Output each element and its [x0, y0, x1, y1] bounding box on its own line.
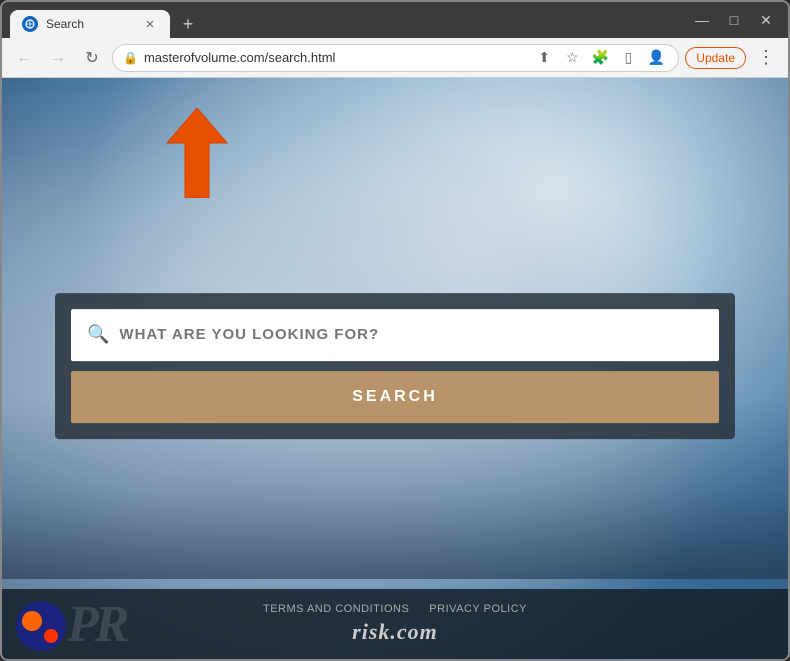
forward-button[interactable]: →: [44, 44, 72, 72]
title-bar: Search ✕ + — □ ✕: [2, 2, 788, 38]
minimize-button[interactable]: —: [688, 6, 716, 34]
maximize-button[interactable]: □: [720, 6, 748, 34]
update-button[interactable]: Update: [685, 47, 746, 69]
footer-brand-suffix: .com: [390, 619, 437, 644]
search-input[interactable]: [119, 326, 703, 343]
profile-button[interactable]: 👤: [644, 46, 668, 70]
browser-window: Search ✕ + — □ ✕ ← → ↻ 🔒 masterofvolume.…: [0, 0, 790, 661]
tab-close-button[interactable]: ✕: [142, 16, 158, 32]
lock-icon: 🔒: [123, 51, 138, 65]
bookmark-button[interactable]: ☆: [560, 46, 584, 70]
share-button[interactable]: ⬆: [532, 46, 556, 70]
page-content: 🔍 SEARCH PR TERMS AND CONDITIONS PRIVACY…: [2, 78, 788, 659]
footer-logo: [16, 601, 66, 651]
tab-title: Search: [46, 17, 134, 31]
refresh-button[interactable]: ↻: [78, 44, 106, 72]
browser-menu-button[interactable]: ⋮: [752, 44, 780, 72]
back-button[interactable]: ←: [10, 44, 38, 72]
page-footer: PR TERMS AND CONDITIONS PRIVACY POLICY r…: [2, 589, 788, 659]
address-text: masterofvolume.com/search.html: [144, 50, 526, 65]
footer-logo-circle: [16, 601, 66, 651]
address-actions: ⬆ ☆ 🧩 ▯ 👤: [532, 46, 668, 70]
search-button[interactable]: SEARCH: [71, 371, 719, 423]
search-input-wrapper: 🔍: [71, 309, 719, 361]
footer-center: TERMS AND CONDITIONS PRIVACY POLICY risk…: [263, 603, 527, 645]
close-button[interactable]: ✕: [752, 6, 780, 34]
privacy-link[interactable]: PRIVACY POLICY: [429, 603, 527, 615]
nav-bar: ← → ↻ 🔒 masterofvolume.com/search.html ⬆…: [2, 38, 788, 78]
new-tab-button[interactable]: +: [174, 10, 202, 38]
search-icon: 🔍: [87, 324, 109, 345]
pr-watermark: PR: [67, 595, 125, 654]
tab-favicon: [22, 16, 38, 32]
tab-area: Search ✕ +: [10, 2, 676, 38]
active-tab[interactable]: Search ✕: [10, 10, 170, 38]
address-bar[interactable]: 🔒 masterofvolume.com/search.html ⬆ ☆ 🧩 ▯…: [112, 44, 679, 72]
sidebar-button[interactable]: ▯: [616, 46, 640, 70]
search-container: 🔍 SEARCH: [55, 293, 735, 439]
footer-brand: risk.com: [352, 619, 438, 645]
extensions-button[interactable]: 🧩: [588, 46, 612, 70]
terms-link[interactable]: TERMS AND CONDITIONS: [263, 603, 409, 615]
footer-links: TERMS AND CONDITIONS PRIVACY POLICY: [263, 603, 527, 615]
window-controls: — □ ✕: [688, 6, 780, 34]
footer-brand-prefix: risk: [352, 619, 390, 644]
